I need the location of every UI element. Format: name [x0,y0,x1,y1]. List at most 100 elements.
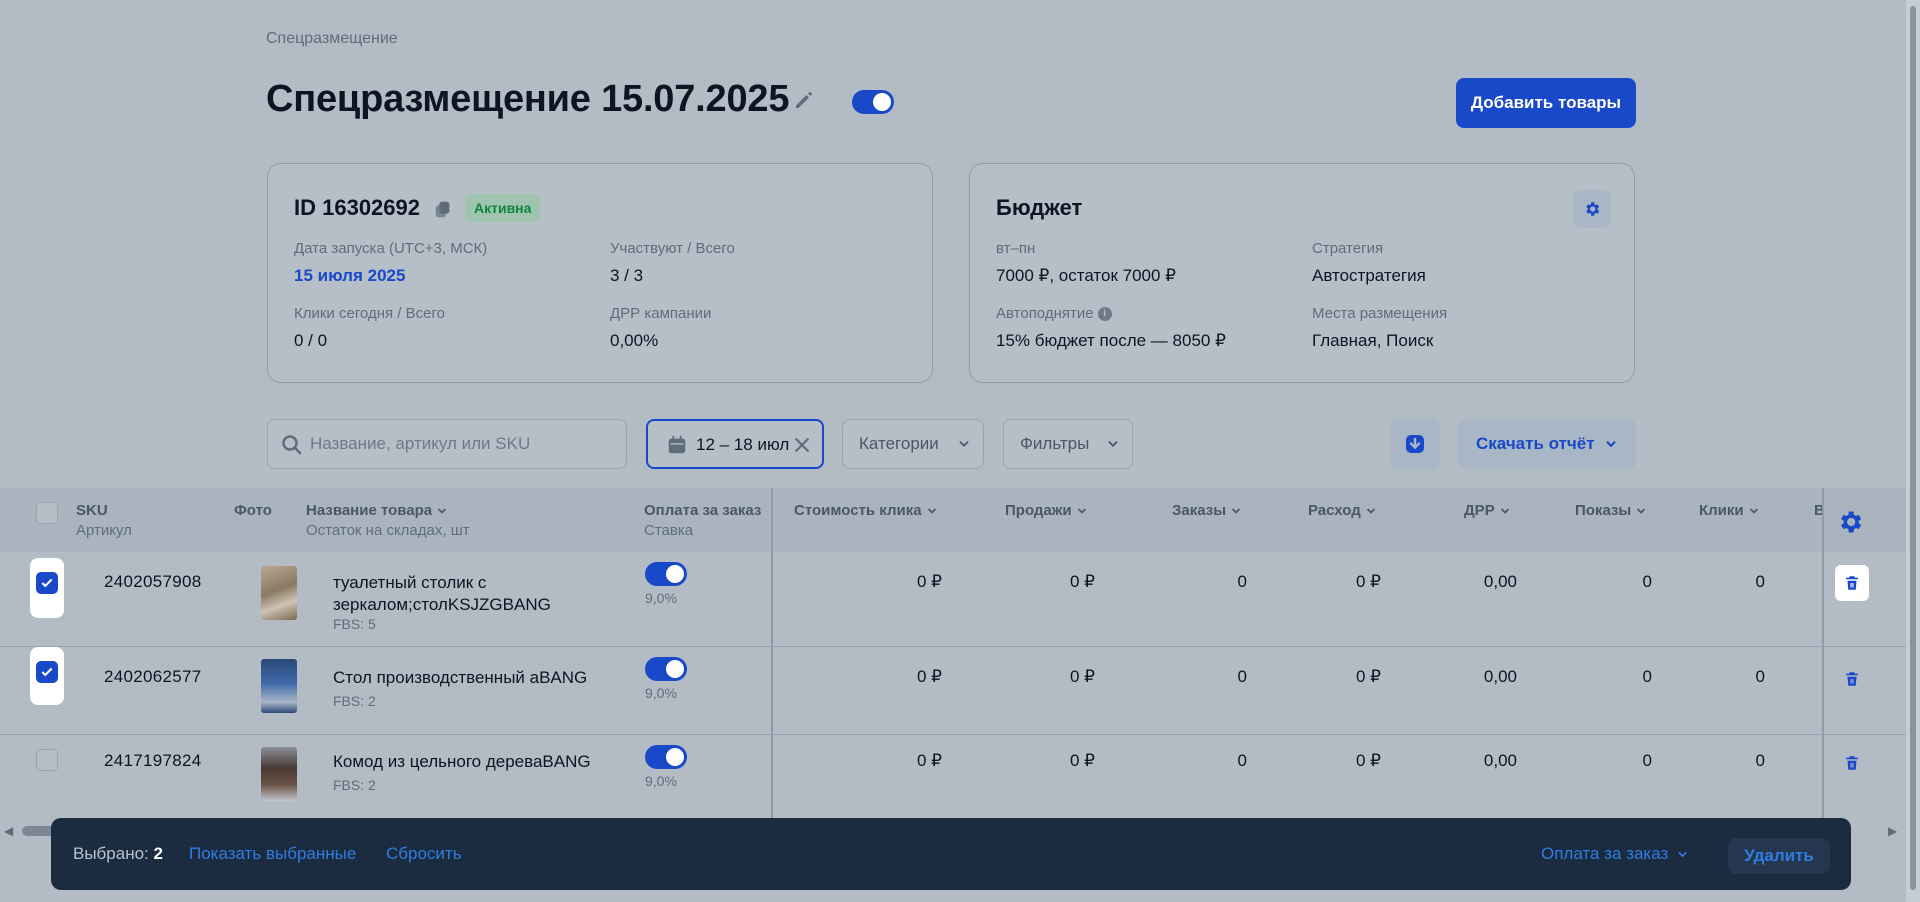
row-checkbox[interactable] [36,661,58,683]
places-label: Места размещения [1312,305,1448,322]
gear-icon[interactable] [1836,508,1864,536]
chevron-down-icon [927,508,936,514]
product-name[interactable]: Стол производственный аBANG [333,667,623,689]
date-range-chip[interactable]: 12 – 18 июл [646,419,824,469]
clicks-value-cell: 0 [1755,572,1765,591]
show-selected-link[interactable]: Показать выбранные [189,844,356,864]
orders-value: 0 [1237,572,1247,591]
table-row[interactable]: 2417197824 Комод из цельного дереваBANG … [0,735,1906,818]
spend-value: 0 ₽ [1356,572,1381,591]
search-icon [282,435,302,455]
table-row[interactable]: 2402057908 туалетный столик с зеркалом;с… [0,552,1906,647]
pay-for-order-toggle[interactable] [645,745,687,769]
search-input[interactable] [310,420,620,467]
th-sales[interactable]: Продажи [1005,502,1088,519]
sku-value[interactable]: 2402062577 [104,667,202,687]
sku-value[interactable]: 2417197824 [104,751,202,771]
row-checkbox[interactable] [36,572,58,594]
th-clicks[interactable]: Клики [1699,502,1760,519]
autoraise-label-text: Автоподнятие [996,305,1094,322]
th-sku[interactable]: SKU [76,502,108,519]
th-sku-sub: Артикул [76,522,132,539]
trash-icon [1846,576,1858,590]
sku-value[interactable]: 2402057908 [104,572,202,592]
orders-value: 0 [1237,667,1247,686]
product-photo[interactable] [261,566,297,620]
close-icon[interactable] [792,435,812,455]
chevron-down-icon [1749,508,1758,514]
th-drr[interactable]: ДРР [1464,502,1511,519]
th-photo: Фото [234,502,272,519]
campaign-id: ID 16302692 [294,195,420,220]
strategy-label: Стратегия [1312,240,1384,257]
chevron-down-icon [1366,508,1375,514]
download-button[interactable] [1390,419,1440,469]
places-value: Главная, Поиск [1312,331,1434,350]
th-pay-sub: Ставка [644,522,694,539]
delete-row-button[interactable] [1835,745,1869,781]
rate-value: 9,0% [645,590,677,606]
download-icon [1406,435,1424,453]
delete-selected-button[interactable]: Удалить [1728,838,1830,874]
orders-value: 0 [1237,751,1247,770]
date-range-text: 12 – 18 июл [696,435,790,454]
chevron-down-icon [1108,441,1118,447]
scroll-right-arrow[interactable]: ▶ [1888,824,1897,838]
th-orders[interactable]: Заказы [1172,502,1242,519]
th-name[interactable]: Название товара [306,502,448,519]
pencil-icon[interactable] [792,88,816,112]
product-name[interactable]: туалетный столик с зеркалом;столKSJZGBAN… [333,572,623,616]
campaign-info-card: ID 16302692 Активна Дата запуска (UTC+3,… [267,163,933,383]
categories-dropdown[interactable]: Категории [842,419,984,469]
reset-link[interactable]: Сбросить [386,844,462,864]
budget-settings-button[interactable] [1573,190,1611,228]
chevron-down-icon [438,508,447,514]
download-report-label: Скачать отчёт [1476,434,1595,453]
page: Спецразмещение Спецразмещение 15.07.2025… [0,0,1920,902]
gear-icon [1586,202,1600,216]
info-icon[interactable]: i [1097,307,1112,322]
scroll-left-arrow[interactable]: ◀ [4,824,13,838]
selected-count-value: 2 [153,844,163,863]
row-checkbox[interactable] [36,749,58,771]
add-products-button[interactable]: Добавить товары [1456,78,1636,128]
breadcrumb[interactable]: Спецразмещение [266,30,398,48]
vertical-scrollbar[interactable] [1910,6,1916,890]
table-header: SKU Артикул Фото Название товара Остаток… [0,488,1906,552]
search-field[interactable] [267,419,627,469]
product-photo[interactable] [261,747,297,801]
th-spend[interactable]: Расход [1308,502,1377,519]
delete-row-button[interactable] [1835,565,1869,601]
views-value: 0 [1642,572,1652,591]
th-name-sub: Остаток на складах, шт [306,522,470,539]
check-icon [41,578,53,588]
pay-for-order-toggle[interactable] [645,562,687,586]
pay-for-order-label: Оплата за заказ [1541,844,1669,863]
download-report-button[interactable]: Скачать отчёт [1458,419,1636,469]
pay-for-order-dropdown[interactable]: Оплата за заказ [1541,844,1689,864]
budget-card: Бюджет вт–пн 7000 ₽, остаток 7000 ₽ Стра… [969,163,1635,383]
autoraise-label: Автоподнятие i [996,305,1112,322]
campaign-active-toggle[interactable] [852,90,894,114]
product-name[interactable]: Комод из цельного дереваBANG [333,751,623,773]
status-badge: Активна [465,194,541,222]
chevron-down-icon [1678,851,1687,858]
th-pay: Оплата за заказ [644,502,762,519]
copy-icon[interactable] [432,198,454,220]
product-photo[interactable] [261,659,297,713]
click-cost-value: 0 ₽ [917,572,942,591]
chevron-down-icon [1077,508,1086,514]
th-name-label: Название товара [306,502,433,519]
click-cost-value: 0 ₽ [917,751,942,770]
select-all-checkbox[interactable] [36,502,58,524]
delete-row-button[interactable] [1835,661,1869,697]
sales-value: 0 ₽ [1070,751,1095,770]
launch-date-link[interactable]: 15 июля 2025 [294,266,405,286]
th-views[interactable]: Показы [1575,502,1647,519]
pay-for-order-toggle[interactable] [645,657,687,681]
product-stock: FBS: 2 [333,693,376,709]
th-click-cost[interactable]: Стоимость клика [794,502,938,519]
drr-value-cell: 0,00 [1483,751,1517,770]
table-row[interactable]: 2402062577 Стол производственный аBANG F… [0,647,1906,735]
filters-dropdown[interactable]: Фильтры [1003,419,1133,469]
